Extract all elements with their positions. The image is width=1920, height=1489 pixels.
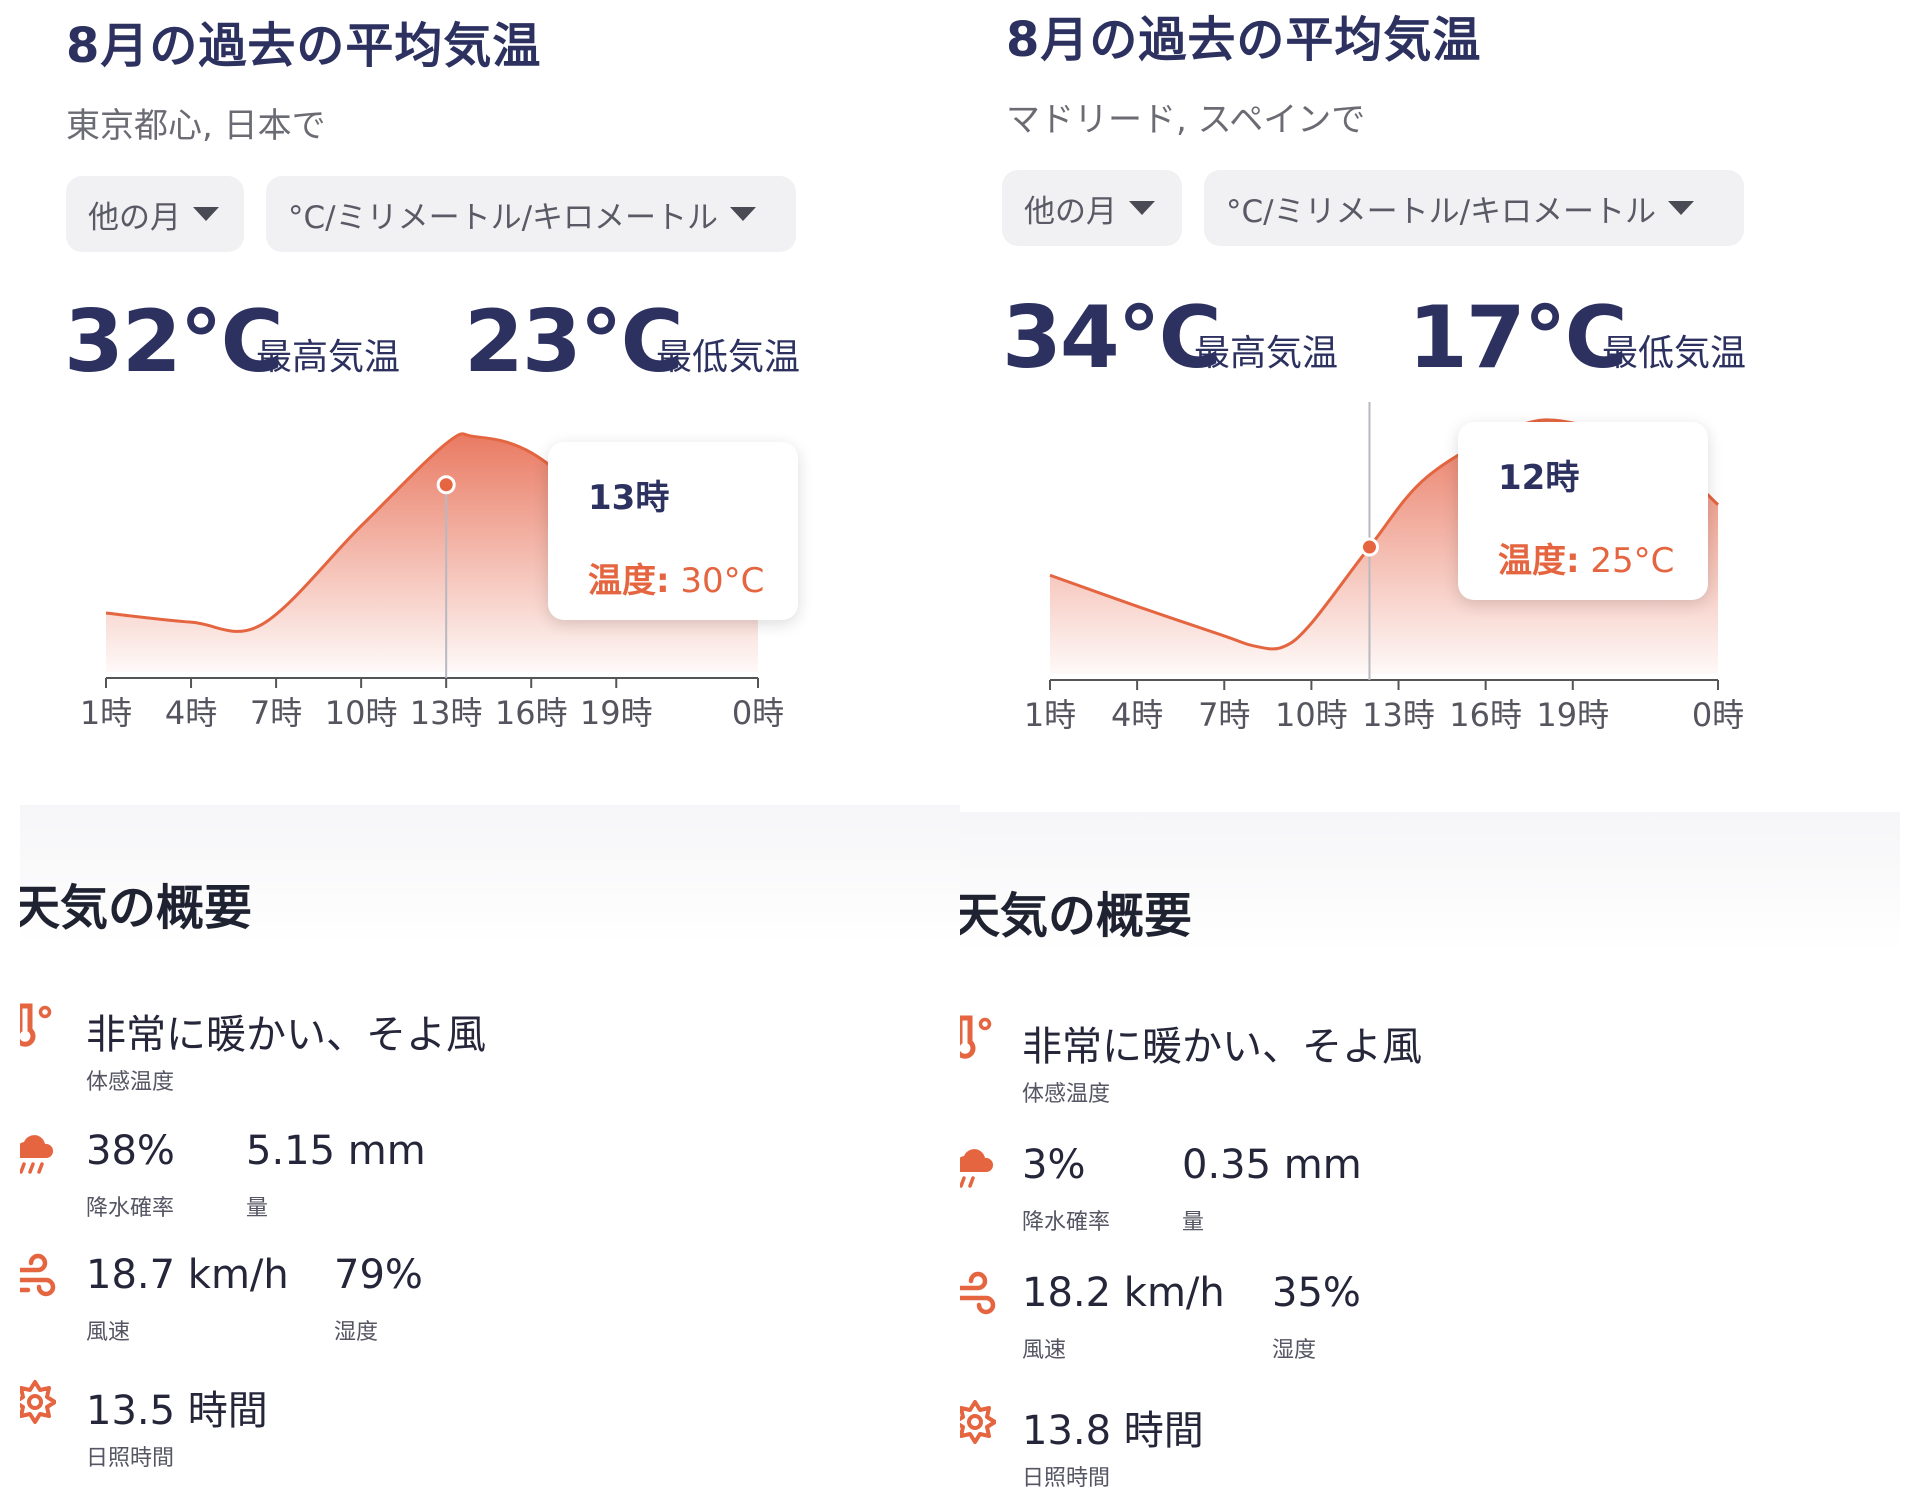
hourly-temperature-chart[interactable]: 1時 4時 7時 10時 13時 16時 19時 0時 <box>960 400 1900 760</box>
caret-down-icon <box>1668 201 1695 215</box>
wind-speed-value: 18.7 km/h <box>86 1252 289 1298</box>
unit-label: °C/ミリメートル/キロメートル <box>1226 193 1657 230</box>
feels-like-value: 非常に暖かい、そよ風 <box>86 1012 486 1058</box>
x-tick-label: 10時 <box>325 694 398 732</box>
x-tick-label: 1時 <box>1024 696 1076 734</box>
thermometer-icon <box>20 1003 52 1047</box>
low-temp-label: 最低気温 <box>1602 333 1747 374</box>
location-subtitle: マドリード, スペインで <box>1006 100 1366 140</box>
sunshine-label: 日照時間 <box>1022 1466 1111 1489</box>
tooltip-hour: 13時 <box>588 478 670 518</box>
high-temp: 34°C <box>1002 288 1222 388</box>
x-tick-label: 13時 <box>1362 696 1435 734</box>
other-month-label: 他の月 <box>1024 193 1117 230</box>
unit-label: °C/ミリメートル/キロメートル <box>288 199 719 236</box>
unit-dropdown[interactable]: °C/ミリメートル/キロメートル <box>266 176 796 252</box>
precip-chance-label: 降水確率 <box>1022 1210 1111 1235</box>
humidity-value: 79% <box>334 1252 423 1298</box>
tooltip-temp-value: 30°C <box>680 561 765 601</box>
x-tick-label: 19時 <box>1536 696 1609 734</box>
feels-like-label: 体感温度 <box>86 1070 175 1095</box>
hover-point[interactable] <box>436 475 456 495</box>
feels-like-label: 体感温度 <box>1022 1082 1111 1107</box>
x-tick-label: 13時 <box>410 694 483 732</box>
precip-chance-value: 3% <box>1022 1142 1086 1188</box>
other-month-label: 他の月 <box>88 199 181 236</box>
tooltip-temp-value: 25°C <box>1590 541 1675 581</box>
precip-amount-value: 0.35 mm <box>1182 1142 1362 1188</box>
x-tick-label: 10時 <box>1275 696 1348 734</box>
humidity-label: 湿度 <box>1272 1338 1317 1363</box>
x-tick-label: 7時 <box>250 694 302 732</box>
chart-tooltip: 12時 温度: 25°C <box>1458 422 1708 600</box>
wind-speed-label: 風速 <box>86 1320 131 1345</box>
x-tick-label: 0時 <box>1692 696 1744 734</box>
wind-speed-label: 風速 <box>1022 1338 1067 1363</box>
wind-icon <box>960 1271 996 1315</box>
thermometer-icon <box>960 1015 992 1059</box>
high-temp: 32°C <box>64 292 284 392</box>
precip-amount-label: 量 <box>1182 1210 1205 1235</box>
sun-icon <box>960 1400 996 1444</box>
low-temp-label: 最低気温 <box>656 337 801 378</box>
sunshine-value: 13.8 時間 <box>1022 1408 1204 1454</box>
wind-speed-value: 18.2 km/h <box>1022 1270 1225 1316</box>
section-title: 天気の概要 <box>960 888 1193 944</box>
section-title: 天気の概要 <box>20 880 253 936</box>
hover-point[interactable] <box>1359 537 1379 557</box>
tooltip-temp: 温度: 25°C <box>1498 533 1708 582</box>
low-temp: 17°C <box>1408 288 1628 388</box>
precip-amount-label: 量 <box>246 1196 269 1221</box>
page-title: 8月の過去の平均気温 <box>66 18 542 74</box>
precip-chance-value: 38% <box>86 1128 175 1174</box>
other-month-dropdown[interactable]: 他の月 <box>1002 170 1182 246</box>
precip-amount-value: 5.15 mm <box>246 1128 426 1174</box>
feels-like-value: 非常に暖かい、そよ風 <box>1022 1024 1422 1070</box>
caret-down-icon <box>193 207 219 221</box>
caret-down-icon <box>1129 201 1155 215</box>
x-tick-label: 4時 <box>165 694 217 732</box>
x-tick-label: 16時 <box>1449 696 1522 734</box>
caret-down-icon <box>730 207 757 221</box>
tooltip-temp-label: 温度: <box>588 561 670 601</box>
weather-panel-tokyo: 8月の過去の平均気温 東京都心, 日本で 他の月 °C/ミリメートル/キロメート… <box>20 0 960 1489</box>
high-temp-label: 最高気温 <box>1194 333 1339 374</box>
tooltip-hour: 12時 <box>1498 458 1580 498</box>
tooltip-temp-label: 温度: <box>1498 541 1580 581</box>
x-tick-label: 16時 <box>495 694 568 732</box>
hourly-temperature-chart[interactable]: 1時 4時 7時 10時 13時 16時 19時 0時 <box>20 400 960 760</box>
chart-tooltip: 13時 温度: 30°C <box>548 442 798 620</box>
precip-chance-label: 降水確率 <box>86 1196 175 1221</box>
sunshine-value: 13.5 時間 <box>86 1388 268 1434</box>
sunshine-label: 日照時間 <box>86 1446 175 1471</box>
tooltip-temp: 温度: 30°C <box>588 553 798 602</box>
page-title: 8月の過去の平均気温 <box>1006 12 1482 68</box>
rain-cloud-icon <box>960 1149 994 1188</box>
sun-icon <box>20 1380 56 1424</box>
x-tick-label: 1時 <box>80 694 132 732</box>
x-tick-label: 4時 <box>1111 696 1163 734</box>
weather-panel-madrid: 8月の過去の平均気温 マドリード, スペインで 他の月 °C/ミリメートル/キロ… <box>960 0 1900 1489</box>
other-month-dropdown[interactable]: 他の月 <box>66 176 244 252</box>
x-tick-label: 7時 <box>1198 696 1250 734</box>
low-temp: 23°C <box>464 292 684 392</box>
x-tick-label: 0時 <box>732 694 784 732</box>
unit-dropdown[interactable]: °C/ミリメートル/キロメートル <box>1204 170 1744 246</box>
wind-icon <box>20 1253 56 1297</box>
rain-cloud-icon <box>20 1135 54 1174</box>
high-temp-label: 最高気温 <box>256 337 401 378</box>
location-subtitle: 東京都心, 日本で <box>66 106 326 146</box>
humidity-value: 35% <box>1272 1270 1361 1316</box>
x-tick-label: 19時 <box>580 694 653 732</box>
humidity-label: 湿度 <box>334 1320 379 1345</box>
